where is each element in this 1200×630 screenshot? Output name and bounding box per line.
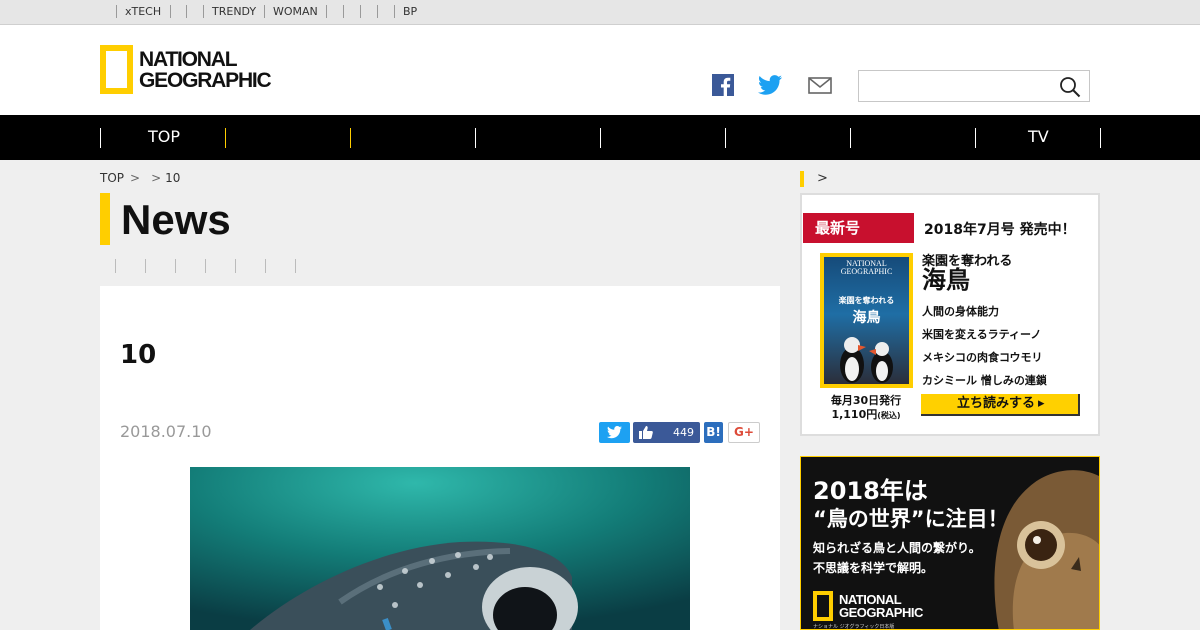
nav-separator bbox=[600, 128, 601, 148]
ad-copy-1: 知られざる鳥と人間の繋がり。 bbox=[813, 541, 981, 555]
facebook-icon[interactable] bbox=[712, 74, 736, 96]
ad-natgeo-logo: NATIONAL GEOGRAPHIC bbox=[813, 591, 923, 621]
search-box bbox=[858, 70, 1090, 102]
natgeo-logo[interactable]: NATIONAL GEOGRAPHIC bbox=[100, 45, 272, 94]
price-line: 1,110円(税込) bbox=[810, 406, 922, 422]
ad-headline-1: 2018年は bbox=[813, 477, 928, 505]
search-input[interactable] bbox=[859, 71, 1049, 101]
like-count: 449 bbox=[673, 426, 694, 439]
article-card: 10 2018.07.10 449 B! G+ bbox=[100, 286, 780, 630]
cover-title: 海鳥 bbox=[852, 310, 881, 326]
breadcrumb-current: 10 bbox=[165, 171, 181, 185]
mail-icon[interactable] bbox=[808, 74, 832, 96]
latest-issue-badge: 最新号 bbox=[803, 213, 914, 243]
feature-line: カシミール 憎しみの連鎖 bbox=[922, 374, 1047, 387]
subtab-separator bbox=[295, 259, 296, 273]
breadcrumb-home[interactable]: TOP bbox=[100, 171, 124, 185]
triangle-right-icon: ▸ bbox=[1038, 396, 1045, 411]
nav-separator bbox=[100, 128, 101, 148]
owl-illustration bbox=[994, 470, 1099, 629]
subtab-separator bbox=[265, 259, 266, 273]
read-sample-button[interactable]: 立ち読みする ▸ bbox=[921, 394, 1080, 416]
nav-separator bbox=[725, 128, 726, 148]
nav-separator bbox=[350, 128, 351, 148]
magazine-promo: 最新号 2018年7月号 発売中！ NATIONAL GEOGRAPHIC 楽園… bbox=[800, 193, 1100, 436]
subtab-separator bbox=[205, 259, 206, 273]
article-photo-whale-shark bbox=[190, 467, 690, 630]
breadcrumb: TOP > > 10 bbox=[100, 171, 180, 185]
issue-label: 2018年7月号 発売中！ bbox=[924, 222, 1076, 238]
logo-wordmark: NATIONAL GEOGRAPHIC bbox=[139, 47, 272, 92]
nav-separator bbox=[225, 128, 226, 148]
feature-line: 米国を変えるラティーノ bbox=[922, 328, 1042, 341]
subtab-separator bbox=[115, 259, 116, 273]
hatena-bookmark-button[interactable]: B! bbox=[704, 422, 723, 443]
feature-line: メキシコの肉食コウモリ bbox=[922, 351, 1043, 364]
cover-logo-line2: GEOGRAPHIC bbox=[840, 267, 893, 276]
feature-line: 人間の身体能力 bbox=[922, 305, 999, 318]
puffin-illustration bbox=[840, 337, 893, 383]
tax-note: (税込) bbox=[877, 411, 901, 420]
utility-separator bbox=[170, 5, 171, 18]
subtab-separator bbox=[175, 259, 176, 273]
utility-separator bbox=[203, 5, 204, 18]
utility-separator bbox=[326, 5, 327, 18]
main-nav: TOP TV bbox=[0, 115, 1200, 160]
ad-logo-subtitle: ナショナル ジオグラフィック日本版 bbox=[813, 624, 895, 630]
feature-title: 海鳥 bbox=[922, 266, 970, 294]
magazine-cover[interactable]: NATIONAL GEOGRAPHIC 楽園を奪われる 海鳥 bbox=[820, 253, 913, 388]
utility-separator bbox=[377, 5, 378, 18]
facebook-like-button[interactable]: 449 bbox=[633, 422, 700, 443]
breadcrumb-chevron-icon: > bbox=[130, 171, 141, 185]
nav-separator bbox=[475, 128, 476, 148]
nav-separator bbox=[975, 128, 976, 148]
article-title: 10 bbox=[120, 340, 157, 370]
utility-link-xtech[interactable]: xTECH bbox=[125, 5, 161, 19]
utility-link-trendy[interactable]: TRENDY bbox=[212, 5, 256, 19]
google-plus-button[interactable]: G+ bbox=[728, 422, 760, 443]
magazine-price: 1,110円 bbox=[831, 408, 878, 421]
ad-copy-2: 不思議を科学で解明。 bbox=[813, 561, 934, 575]
share-twitter-button[interactable] bbox=[599, 422, 630, 443]
section-title: News bbox=[121, 196, 231, 243]
bird-year-ad-banner[interactable]: 2018年は “鳥の世界”に注目！ 知られざる鳥と人間の繋がり。 不思議を科学で… bbox=[800, 456, 1100, 630]
section-accent-bar bbox=[100, 193, 110, 245]
utility-separator bbox=[116, 5, 117, 18]
cover-logo: NATIONAL GEOGRAPHIC bbox=[824, 260, 909, 276]
nav-item-top[interactable]: TOP bbox=[148, 127, 180, 147]
subtab-separator bbox=[235, 259, 236, 273]
logo-line2: GEOGRAPHIC bbox=[139, 68, 272, 92]
logo-line1: NATIONAL bbox=[139, 47, 238, 71]
sidebar-accent-bar bbox=[800, 171, 804, 187]
site-header: NATIONAL GEOGRAPHIC bbox=[0, 25, 1200, 115]
breadcrumb-chevron-icon: > bbox=[151, 171, 162, 185]
nav-separator bbox=[850, 128, 851, 148]
read-sample-label: 立ち読みする bbox=[957, 396, 1036, 411]
ad-logo-wordmark: NATIONAL GEOGRAPHIC bbox=[839, 593, 923, 619]
subtab-separator bbox=[145, 259, 146, 273]
chevron-right-icon: > bbox=[817, 171, 828, 186]
utility-separator bbox=[343, 5, 344, 18]
utility-link-bp[interactable]: BP bbox=[403, 5, 417, 19]
nav-item-tv[interactable]: TV bbox=[1028, 127, 1049, 147]
search-icon[interactable] bbox=[1059, 76, 1081, 102]
twitter-icon[interactable] bbox=[758, 74, 782, 96]
utility-separator bbox=[394, 5, 395, 18]
thumbs-up-icon bbox=[639, 425, 653, 442]
nav-separator bbox=[1100, 128, 1101, 148]
utility-separator bbox=[186, 5, 187, 18]
utility-separator bbox=[360, 5, 361, 18]
utility-separator bbox=[264, 5, 265, 18]
utility-bar: xTECH TRENDY WOMAN BP bbox=[0, 0, 1200, 25]
article-date: 2018.07.10 bbox=[120, 422, 212, 441]
utility-link-woman[interactable]: WOMAN bbox=[273, 5, 318, 19]
ad-logo-frame bbox=[813, 591, 833, 621]
ad-logo-line2: GEOGRAPHIC bbox=[839, 605, 923, 620]
cover-subtitle: 楽園を奪われる bbox=[838, 296, 895, 305]
logo-yellow-frame bbox=[100, 45, 133, 94]
